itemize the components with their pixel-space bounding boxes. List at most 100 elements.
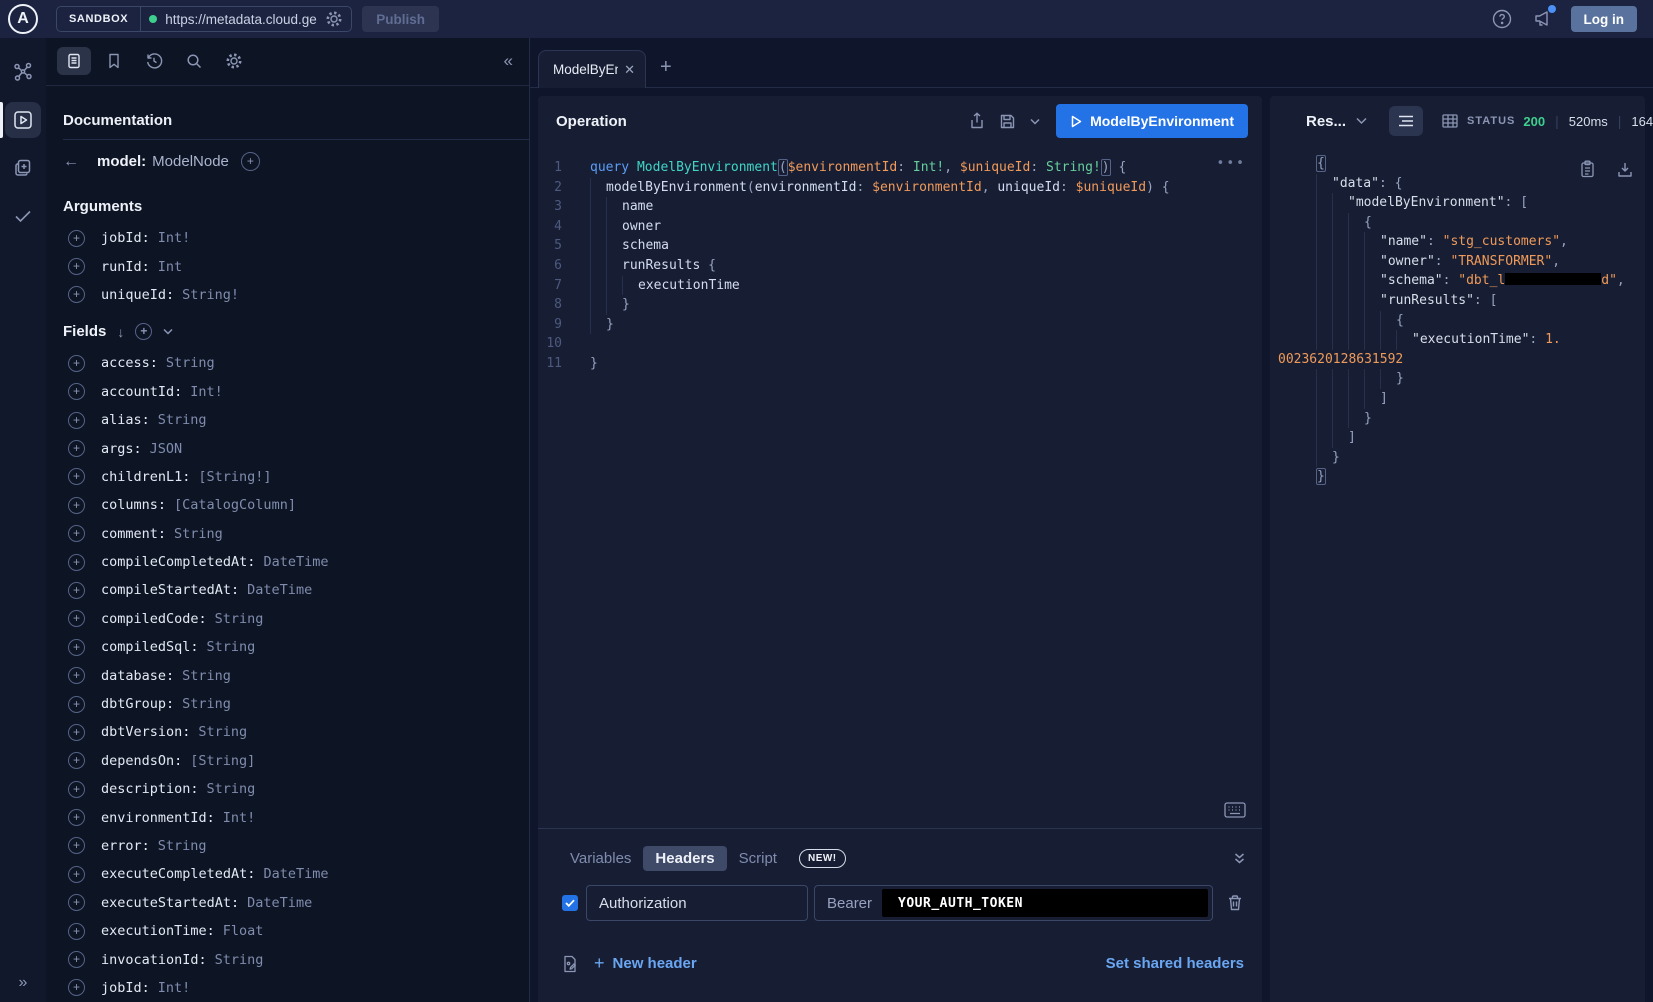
sort-fields-icon[interactable]: ↓ <box>117 324 124 340</box>
header-enabled-checkbox[interactable] <box>562 895 578 911</box>
field-type[interactable]: DateTime <box>247 895 312 911</box>
field-row[interactable]: +compileCompletedAt:DateTime <box>63 548 529 576</box>
field-row[interactable]: +access:String <box>63 349 529 377</box>
argument-row[interactable]: +jobId:Int! <box>63 224 529 252</box>
docs-tab-history-icon[interactable] <box>137 47 171 75</box>
rail-item-explorer[interactable] <box>5 102 41 138</box>
raw-view-icon[interactable] <box>1389 106 1423 136</box>
add-field-icon[interactable]: + <box>68 554 85 571</box>
apollo-logo[interactable]: A <box>8 4 38 34</box>
argument-type[interactable]: Int <box>158 259 182 275</box>
docs-tab-settings-gear-icon[interactable] <box>217 47 251 75</box>
field-row[interactable]: +comment:String <box>63 520 529 548</box>
tab-variables[interactable]: Variables <box>558 846 643 871</box>
delete-header-trash-icon[interactable] <box>1227 894 1243 912</box>
share-operation-icon[interactable] <box>969 112 985 130</box>
field-type[interactable]: String <box>182 668 231 684</box>
field-type[interactable]: Int! <box>158 980 191 996</box>
add-field-icon[interactable]: + <box>68 468 85 485</box>
field-row[interactable]: +error:String <box>63 832 529 860</box>
operation-tab[interactable]: ModelByEnvi... ✕ <box>538 50 646 88</box>
collapse-section-chevrons-icon[interactable] <box>1233 852 1246 865</box>
add-field-icon[interactable]: + <box>68 894 85 911</box>
docs-tab-bookmarks-icon[interactable] <box>97 47 131 75</box>
endpoint-settings-gear-icon[interactable] <box>325 10 343 28</box>
response-body[interactable]: {"data": {"modelByEnvironment": [{"name"… <box>1270 146 1645 1002</box>
login-button[interactable]: Log in <box>1571 6 1638 32</box>
add-field-icon[interactable]: + <box>68 412 85 429</box>
field-row[interactable]: +compileStartedAt:DateTime <box>63 576 529 604</box>
field-type[interactable]: String <box>158 412 207 428</box>
field-type[interactable]: String <box>166 355 215 371</box>
add-all-fields-icon[interactable]: + <box>135 323 152 340</box>
fields-options-chevron-icon[interactable] <box>163 328 173 335</box>
add-field-icon[interactable]: + <box>68 639 85 656</box>
add-argument-icon[interactable]: + <box>68 286 85 303</box>
response-title-chevron-icon[interactable] <box>1356 117 1367 125</box>
add-argument-icon[interactable]: + <box>68 258 85 275</box>
docs-tab-documentation[interactable] <box>57 47 91 75</box>
editor-overflow-menu-icon[interactable]: ••• <box>1217 156 1246 171</box>
download-response-icon[interactable] <box>1617 160 1633 178</box>
argument-row[interactable]: +runId:Int <box>63 252 529 280</box>
help-icon[interactable] <box>1491 8 1513 30</box>
field-type[interactable]: JSON <box>150 441 183 457</box>
endpoint-url-field[interactable]: https://metadata.cloud.get <box>141 10 351 28</box>
field-row[interactable]: +dbtVersion:String <box>63 718 529 746</box>
add-field-icon[interactable]: + <box>68 497 85 514</box>
add-field-icon[interactable]: + <box>68 525 85 542</box>
add-field-icon[interactable]: + <box>68 696 85 713</box>
endpoint-url[interactable]: https://metadata.cloud.get <box>165 12 317 27</box>
argument-type[interactable]: Int! <box>158 230 191 246</box>
breadcrumb-type[interactable]: ModelNode <box>152 153 229 170</box>
field-type[interactable]: String <box>174 526 223 542</box>
keyboard-shortcuts-icon[interactable] <box>1224 802 1246 818</box>
header-value-input[interactable]: Bearer YOUR_AUTH_TOKEN <box>814 885 1213 921</box>
argument-type[interactable]: String! <box>182 287 239 303</box>
field-type[interactable]: DateTime <box>263 866 328 882</box>
add-field-icon[interactable]: + <box>68 610 85 627</box>
field-row[interactable]: +dependsOn:[String] <box>63 747 529 775</box>
field-type[interactable]: Int! <box>223 810 256 826</box>
add-field-icon[interactable]: + <box>68 667 85 684</box>
add-field-icon[interactable]: + <box>68 866 85 883</box>
field-row[interactable]: +compiledCode:String <box>63 605 529 633</box>
field-type[interactable]: Float <box>223 923 264 939</box>
field-row[interactable]: +executeStartedAt:DateTime <box>63 889 529 917</box>
field-row[interactable]: +invocationId:String <box>63 945 529 973</box>
field-type[interactable]: [String] <box>190 753 255 769</box>
tab-script[interactable]: Script <box>727 846 789 871</box>
field-type[interactable]: String <box>215 952 264 968</box>
tab-headers[interactable]: Headers <box>643 846 726 871</box>
add-field-icon[interactable]: + <box>68 752 85 769</box>
add-field-icon[interactable]: + <box>68 383 85 400</box>
add-argument-icon[interactable]: + <box>68 230 85 247</box>
back-arrow-icon[interactable]: ← <box>63 153 79 171</box>
collapse-docs-icon[interactable]: « <box>504 51 513 71</box>
table-view-icon[interactable] <box>1433 106 1467 136</box>
add-field-icon[interactable]: + <box>68 979 85 996</box>
field-row[interactable]: +dbtGroup:String <box>63 690 529 718</box>
rail-item-checks[interactable] <box>5 198 41 234</box>
add-field-icon[interactable]: + <box>68 809 85 826</box>
add-field-icon[interactable]: + <box>68 781 85 798</box>
response-title[interactable]: Res... <box>1306 113 1346 130</box>
add-field-icon[interactable]: + <box>68 582 85 599</box>
field-type[interactable]: String <box>207 781 256 797</box>
set-shared-headers-link[interactable]: Set shared headers <box>1106 955 1244 972</box>
field-row[interactable]: +columns:[CatalogColumn] <box>63 491 529 519</box>
environment-variables-icon[interactable] <box>562 955 578 973</box>
run-operation-button[interactable]: ModelByEnvironment <box>1056 104 1248 138</box>
field-type[interactable]: String <box>158 838 207 854</box>
field-row[interactable]: +childrenL1:[String!] <box>63 463 529 491</box>
field-type[interactable]: Int! <box>190 384 223 400</box>
copy-response-icon[interactable] <box>1580 160 1595 178</box>
field-row[interactable]: +compiledSql:String <box>63 633 529 661</box>
add-field-icon[interactable]: + <box>68 440 85 457</box>
argument-row[interactable]: +uniqueId:String! <box>63 281 529 309</box>
save-operation-icon[interactable] <box>999 113 1016 130</box>
add-field-icon[interactable]: + <box>68 951 85 968</box>
add-field-icon[interactable]: + <box>68 724 85 741</box>
add-field-icon[interactable]: + <box>68 355 85 372</box>
field-type[interactable]: String <box>207 639 256 655</box>
